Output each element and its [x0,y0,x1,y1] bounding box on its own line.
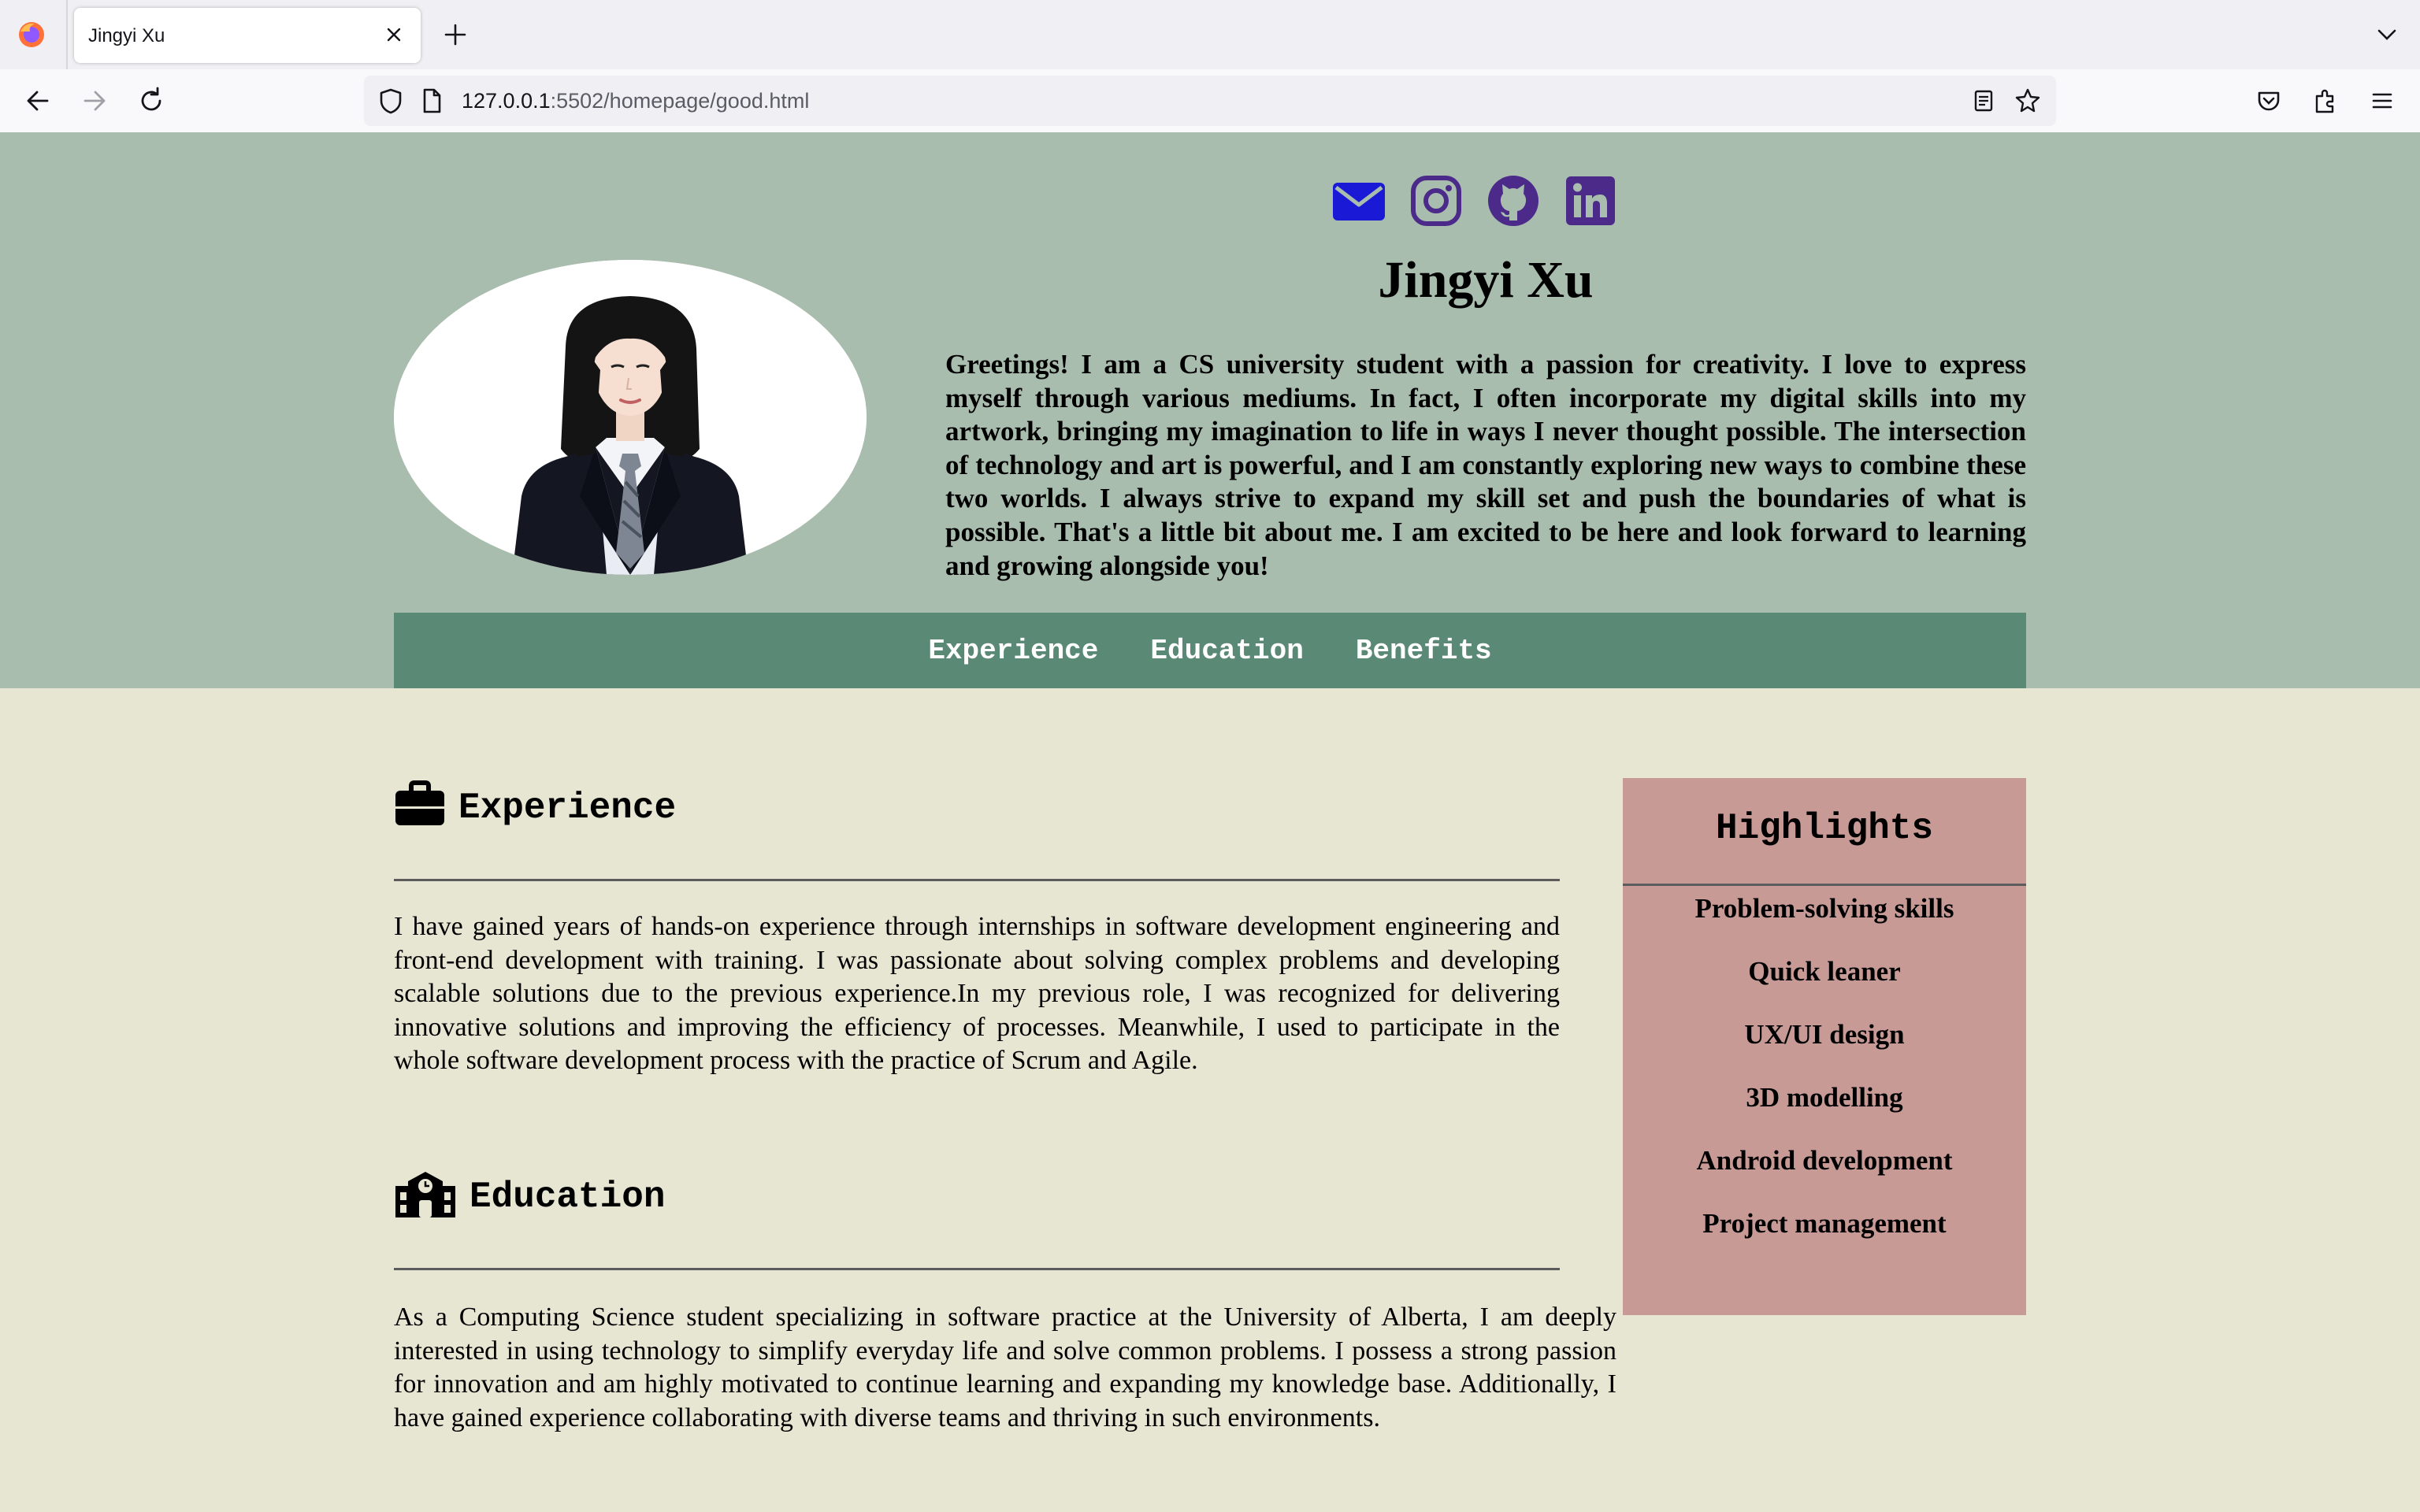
highlight-item: 3D modelling [1746,1082,1903,1113]
school-icon [395,1172,455,1217]
hamburger-menu-icon[interactable] [2366,85,2398,117]
highlight-item: UX/UI design [1744,1019,1905,1050]
highlights-list: Problem-solving skills Quick leaner UX/U… [1623,893,2026,1271]
email-link[interactable] [1331,173,1386,228]
education-text: As a Computing Science student specializ… [394,1303,1616,1432]
profile-name: Jingyi Xu [1378,251,1594,309]
menu-link-education[interactable]: Education [1149,635,1305,667]
envelope-icon [1333,183,1385,220]
menu-link-experience[interactable]: Experience [926,635,1100,667]
highlight-item: Android development [1696,1145,1953,1176]
github-icon [1488,176,1538,226]
section-menu: Experience Education Benefits [394,613,2026,688]
back-arrow-icon[interactable] [22,85,54,117]
tab-title: Jingyi Xu [88,25,165,46]
url-bar[interactable]: 127.0.0.1:5502/homepage/good.html [364,76,2056,126]
url-text[interactable]: 127.0.0.1:5502/homepage/good.html [462,89,809,113]
highlight-item: Quick leaner [1748,956,1901,987]
bookmark-star-icon[interactable] [2012,85,2043,117]
forward-arrow-icon[interactable] [79,85,110,117]
highlight-item: Project management [1702,1208,1947,1239]
shield-icon[interactable] [375,85,406,117]
reader-view-icon[interactable] [1968,85,1999,117]
close-tab-icon[interactable] [381,22,406,47]
menu-link-benefits[interactable]: Benefits [1354,635,1494,667]
highlights-panel: Highlights Problem-solving skills Quick … [1623,778,2026,1315]
highlights-title: Highlights [1715,808,1934,849]
new-tab-icon[interactable] [441,20,470,49]
firefox-logo-icon[interactable] [17,20,46,49]
experience-text: I have gained years of hands-on experien… [394,912,1560,1076]
profile-photo [394,260,867,575]
chevron-down-icon[interactable] [2373,20,2401,49]
linkedin-link[interactable] [1563,173,1618,228]
education-divider [394,1268,1560,1270]
instagram-icon [1411,176,1461,226]
extensions-icon[interactable] [2310,85,2341,117]
url-path: :5502/homepage/good.html [550,89,810,113]
reload-icon[interactable] [135,85,167,117]
instagram-link[interactable] [1409,173,1464,228]
experience-title: Experience [458,788,677,828]
tab-separator [66,0,68,69]
url-host: 127.0.0.1 [462,89,551,113]
education-title: Education [470,1177,666,1217]
highlights-divider [1623,884,2026,886]
briefcase-icon [395,780,444,825]
profile-intro: Greetings! I am a CS university student … [945,349,2026,581]
experience-divider [394,879,1560,881]
portrait-illustration [394,260,867,575]
page-icon[interactable] [416,85,447,117]
browser-nav-bar: 127.0.0.1:5502/homepage/good.html [0,69,2420,134]
profile-header: Jingyi Xu Greetings! I am a CS universit… [0,132,2420,688]
highlight-item: Problem-solving skills [1694,893,1954,924]
github-link[interactable] [1486,173,1541,228]
linkedin-icon [1566,176,1615,225]
browser-tab-bar: Jingyi Xu [0,0,2420,69]
pocket-icon[interactable] [2253,85,2285,117]
page-content: Jingyi Xu Greetings! I am a CS universit… [0,132,2420,1512]
active-tab[interactable]: Jingyi Xu [74,8,421,63]
